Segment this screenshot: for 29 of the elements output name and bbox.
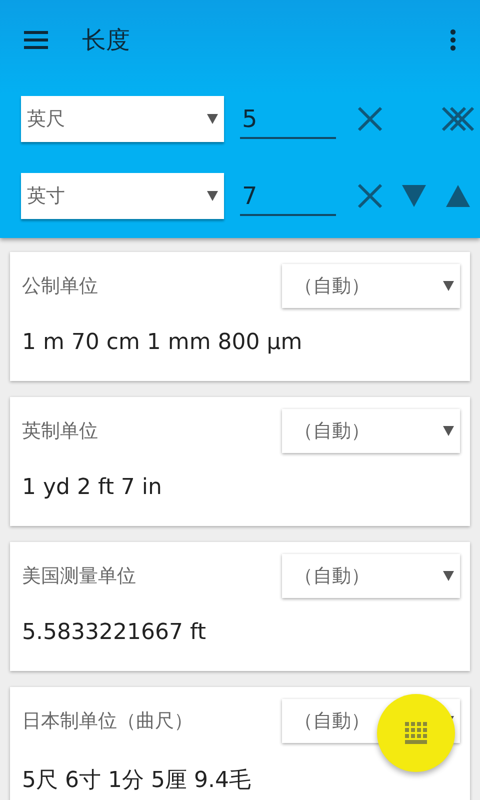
value-field[interactable]: 5 [240, 98, 336, 138]
unit-system-label: 英制单位 [22, 419, 98, 444]
result-text: 5尺 6寸 1分 5厘 9.4毛 [22, 767, 252, 795]
clear-icon[interactable] [357, 106, 383, 132]
caret-icon [443, 281, 454, 291]
value-field[interactable]: 7 [240, 176, 336, 216]
mode-dropdown[interactable]: （自動） [282, 409, 460, 453]
caret-icon [207, 114, 218, 124]
caret-icon [443, 426, 454, 436]
menu-icon[interactable] [24, 31, 48, 49]
result-text: 1 m 70 cm 1 mm 800 µm [22, 330, 304, 355]
keypad-icon [405, 722, 427, 744]
unit-dropdown[interactable]: 英寸 [21, 172, 224, 218]
unit-system-label: 日本制单位（曲尺） [22, 709, 193, 734]
unit-system-label: 公制单位 [22, 274, 98, 299]
result-text: 5.5833221667 ft [22, 620, 207, 645]
more-options-icon[interactable] [450, 29, 456, 51]
up-triangle-icon[interactable] [446, 184, 470, 206]
unit-dropdown[interactable]: 英尺 [21, 96, 224, 142]
double-x-icon[interactable] [441, 106, 475, 132]
result-text: 1 yd 2 ft 7 in [22, 475, 163, 500]
unit-system-label: 美国测量单位 [22, 564, 136, 589]
mode-dropdown[interactable]: （自動） [282, 554, 460, 598]
mode-dropdown[interactable]: （自動） [282, 264, 460, 308]
down-triangle-icon[interactable] [402, 184, 426, 206]
clear-icon[interactable] [357, 182, 383, 208]
caret-icon [207, 190, 218, 200]
screen-title: 长度 [82, 25, 131, 56]
caret-icon [443, 571, 454, 581]
